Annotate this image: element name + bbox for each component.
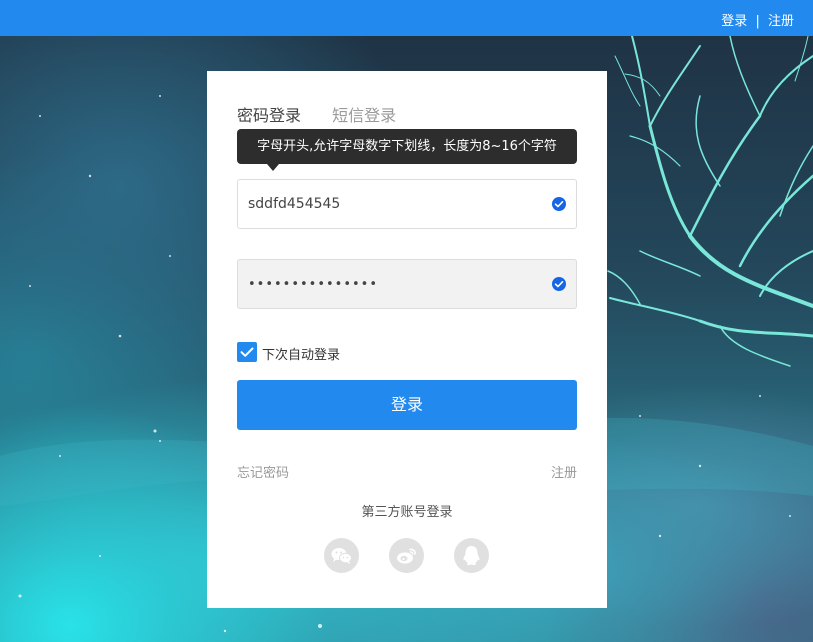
third-party-login-title: 第三方账号登录 (361, 505, 453, 520)
top-bar: 登录 | 注册 (0, 0, 813, 36)
password-input[interactable] (238, 260, 538, 308)
top-auth-links: 登录 | 注册 (721, 10, 794, 29)
login-submit-button[interactable]: 登录 (237, 380, 577, 430)
remember-label: 下次自动登录 (262, 348, 341, 363)
username-valid-icon (552, 197, 566, 211)
remember-checkbox[interactable] (237, 342, 257, 362)
username-hint-tooltip: 字母开头,允许字母数字下划线，长度为8~16个字符 (237, 129, 577, 171)
tab-sms-login[interactable]: 短信登录 (332, 102, 396, 126)
password-valid-icon (552, 277, 566, 291)
login-card: 密码登录 短信登录 字母开头,允许字母数字下划线，长度为8~16个字符 下次自动… (207, 71, 607, 608)
top-register-link[interactable]: 注册 (768, 14, 794, 29)
wechat-icon (331, 548, 352, 564)
top-login-link[interactable]: 登录 (721, 14, 747, 29)
register-link[interactable]: 注册 (551, 462, 577, 481)
top-link-separator: | (755, 14, 760, 29)
qq-icon (463, 546, 480, 565)
tab-password-login[interactable]: 密码登录 (237, 102, 301, 126)
password-field (237, 259, 577, 309)
username-input[interactable] (238, 180, 538, 228)
username-field (237, 179, 577, 229)
forgot-password-link[interactable]: 忘记密码 (237, 462, 289, 481)
qq-login-button[interactable] (454, 538, 489, 573)
weibo-login-button[interactable] (389, 538, 424, 573)
wechat-login-button[interactable] (324, 538, 359, 573)
weibo-icon (397, 548, 416, 564)
login-tabs: 密码登录 短信登录 (237, 102, 396, 126)
